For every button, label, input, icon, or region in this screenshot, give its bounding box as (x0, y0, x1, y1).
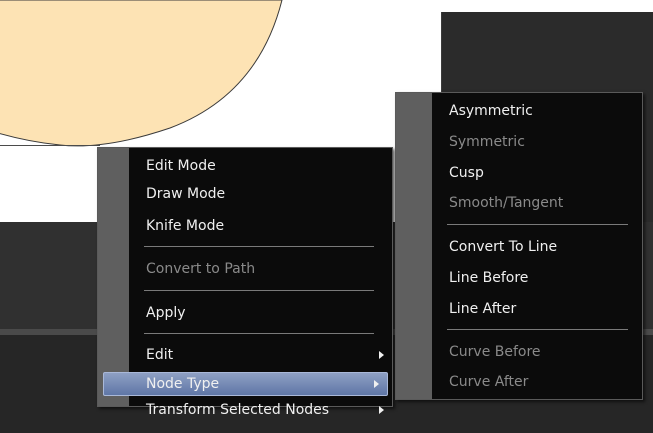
menu-item-convert-to-line[interactable]: Convert To Line (396, 235, 642, 259)
menu-item-cusp[interactable]: Cusp (396, 161, 642, 185)
menu-item-symmetric[interactable]: Symmetric (396, 130, 642, 154)
submenu-arrow-icon (379, 406, 384, 414)
menu-item-label: Curve Before (449, 344, 541, 360)
menu-item-label: Symmetric (449, 134, 525, 150)
menu-item-smooth-tangent[interactable]: Smooth/Tangent (396, 191, 642, 215)
menu-item-label: Apply (146, 305, 186, 321)
menu-item-label: Smooth/Tangent (449, 195, 564, 211)
menu-separator (447, 224, 628, 225)
menu-item-transform-selected-nodes[interactable]: Transform Selected Nodes (98, 398, 392, 422)
menu-item-label: Line Before (449, 270, 529, 286)
menu-item-label: Curve After (449, 374, 529, 390)
node-type-submenu: Asymmetric Symmetric Cusp Smooth/Tangent… (395, 92, 643, 400)
menu-item-label: Knife Mode (146, 218, 225, 234)
menu-item-label: Draw Mode (146, 186, 226, 202)
menu-item-asymmetric[interactable]: Asymmetric (396, 99, 642, 123)
menu-item-line-before[interactable]: Line Before (396, 266, 642, 290)
menu-item-line-after[interactable]: Line After (396, 297, 642, 321)
menu-item-label: Cusp (449, 165, 484, 181)
menu-item-label: Line After (449, 301, 517, 317)
menu-item-label: Edit (146, 347, 174, 363)
menu-item-label: Transform Selected Nodes (146, 402, 330, 418)
menu-separator (144, 290, 374, 291)
menu-item-node-type[interactable]: Node Type (103, 372, 388, 396)
submenu-arrow-icon (374, 380, 379, 388)
menu-item-convert-to-path[interactable]: Convert to Path (98, 257, 392, 281)
canvas-guide-line (0, 145, 100, 146)
menu-separator (144, 333, 374, 334)
menu-item-edit[interactable]: Edit (98, 343, 392, 367)
ellipse-shape[interactable] (0, 0, 300, 160)
menu-item-curve-after[interactable]: Curve After (396, 370, 642, 394)
menu-item-label: Convert to Path (146, 261, 256, 277)
menu-item-knife-mode[interactable]: Knife Mode (98, 214, 392, 238)
menu-item-curve-before[interactable]: Curve Before (396, 340, 642, 364)
menu-separator (447, 329, 628, 330)
menu-item-label: Edit Mode (146, 158, 216, 174)
menu-item-label: Node Type (146, 376, 220, 392)
menu-item-apply[interactable]: Apply (98, 301, 392, 325)
context-menu: Edit Mode Draw Mode Knife Mode Convert t… (97, 147, 393, 418)
menu-item-label: Asymmetric (449, 103, 533, 119)
menu-item-draw-mode[interactable]: Draw Mode (98, 182, 392, 206)
menu-item-label: Convert To Line (449, 239, 558, 255)
menu-separator (144, 246, 374, 247)
menu-item-edit-mode[interactable]: Edit Mode (98, 154, 392, 178)
submenu-arrow-icon (379, 351, 384, 359)
